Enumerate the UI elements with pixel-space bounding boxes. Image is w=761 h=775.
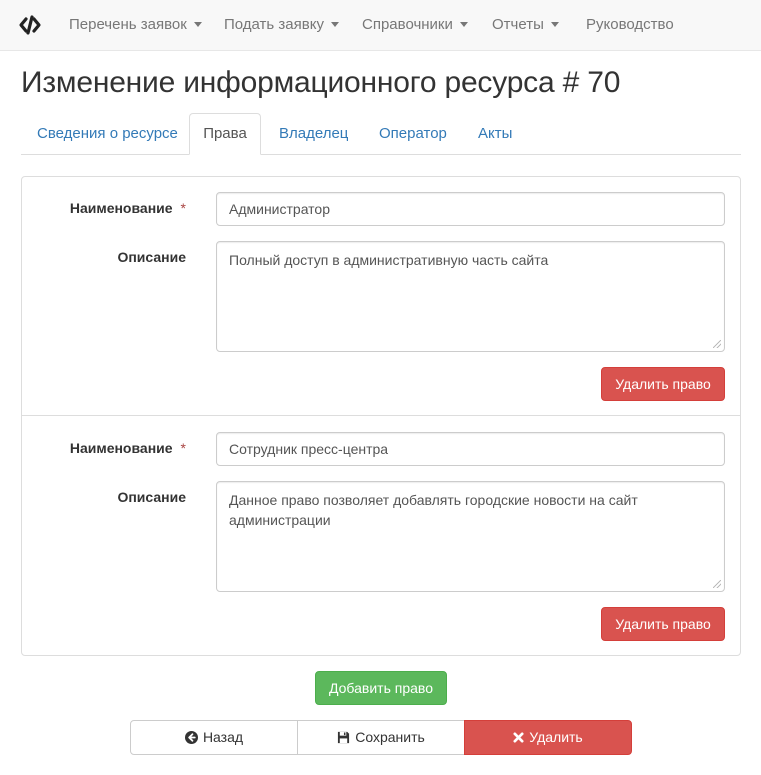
right-1-name-input[interactable]: Администратор <box>216 192 725 226</box>
description-text: Данное право позволяет добавлять городск… <box>229 492 638 528</box>
right-1-description-textarea[interactable]: Полный доступ в административную часть с… <box>216 241 725 352</box>
add-right-button[interactable]: Добавить право <box>315 671 447 705</box>
right-2-name-input[interactable]: Сотрудник пресс-центра <box>216 432 725 466</box>
caret-down-icon <box>459 21 468 27</box>
rights-separator <box>22 415 740 416</box>
code-brand-icon[interactable] <box>18 13 42 37</box>
nav-requests-list-label: Перечень заявок <box>69 16 187 33</box>
required-mark: * <box>180 200 186 216</box>
delete-button[interactable]: Удалить <box>464 720 632 755</box>
rights-panel: Наименование * Администратор Описание Пол… <box>21 176 741 656</box>
save-button-label: Сохранить <box>355 729 425 745</box>
right-2-name-label: Наименование * <box>22 440 186 456</box>
right-1-name-label: Наименование * <box>22 200 186 216</box>
right-2-description-label: Описание <box>117 489 186 505</box>
close-icon <box>513 732 524 743</box>
resize-handle-icon[interactable] <box>713 340 721 348</box>
nav-directories-label: Справочники <box>362 16 453 33</box>
name-label-text: Наименование <box>69 440 173 456</box>
name-label-text: Наименование <box>69 200 173 216</box>
right-1-description-label: Описание <box>117 249 186 265</box>
delete-button-label: Удалить <box>529 729 583 745</box>
back-button-label: Назад <box>202 729 244 745</box>
tab-acts[interactable]: Акты <box>463 113 527 155</box>
delete-right-1-button[interactable]: Удалить право <box>601 367 725 401</box>
arrow-left-circle-icon <box>184 730 198 744</box>
tab-rights[interactable]: Права <box>189 113 261 155</box>
nav-guide-label: Руководство <box>586 16 674 33</box>
nav-reports-label: Отчеты <box>492 16 544 33</box>
required-mark: * <box>180 440 186 456</box>
caret-down-icon <box>550 21 559 27</box>
description-text: Полный доступ в административную часть с… <box>229 252 549 268</box>
back-button[interactable]: Назад <box>130 720 298 755</box>
page-title: Изменение информационного ресурса # 70 <box>21 66 621 99</box>
caret-down-icon <box>330 21 339 27</box>
tab-operator[interactable]: Оператор <box>364 113 462 155</box>
right-2-description-textarea[interactable]: Данное право позволяет добавлять городск… <box>216 481 725 592</box>
nav-directories[interactable]: Справочники <box>362 0 468 50</box>
top-navbar: Перечень заявок Подать заявку Справочник… <box>0 0 761 51</box>
save-button[interactable]: Сохранить <box>297 720 465 755</box>
form-actions-group: Назад Сохранить Удалить <box>130 720 632 755</box>
nav-submit-request[interactable]: Подать заявку <box>224 0 339 50</box>
nav-submit-request-label: Подать заявку <box>224 16 324 33</box>
resize-handle-icon[interactable] <box>713 580 721 588</box>
nav-reports[interactable]: Отчеты <box>492 0 559 50</box>
tab-owner[interactable]: Владелец <box>264 113 363 155</box>
nav-guide[interactable]: Руководство <box>586 0 674 50</box>
floppy-disk-icon <box>338 731 350 743</box>
nav-requests-list[interactable]: Перечень заявок <box>69 0 202 50</box>
tab-resource-info[interactable]: Сведения о ресурсе <box>22 113 193 155</box>
delete-right-2-button[interactable]: Удалить право <box>601 607 725 641</box>
caret-down-icon <box>193 21 202 27</box>
